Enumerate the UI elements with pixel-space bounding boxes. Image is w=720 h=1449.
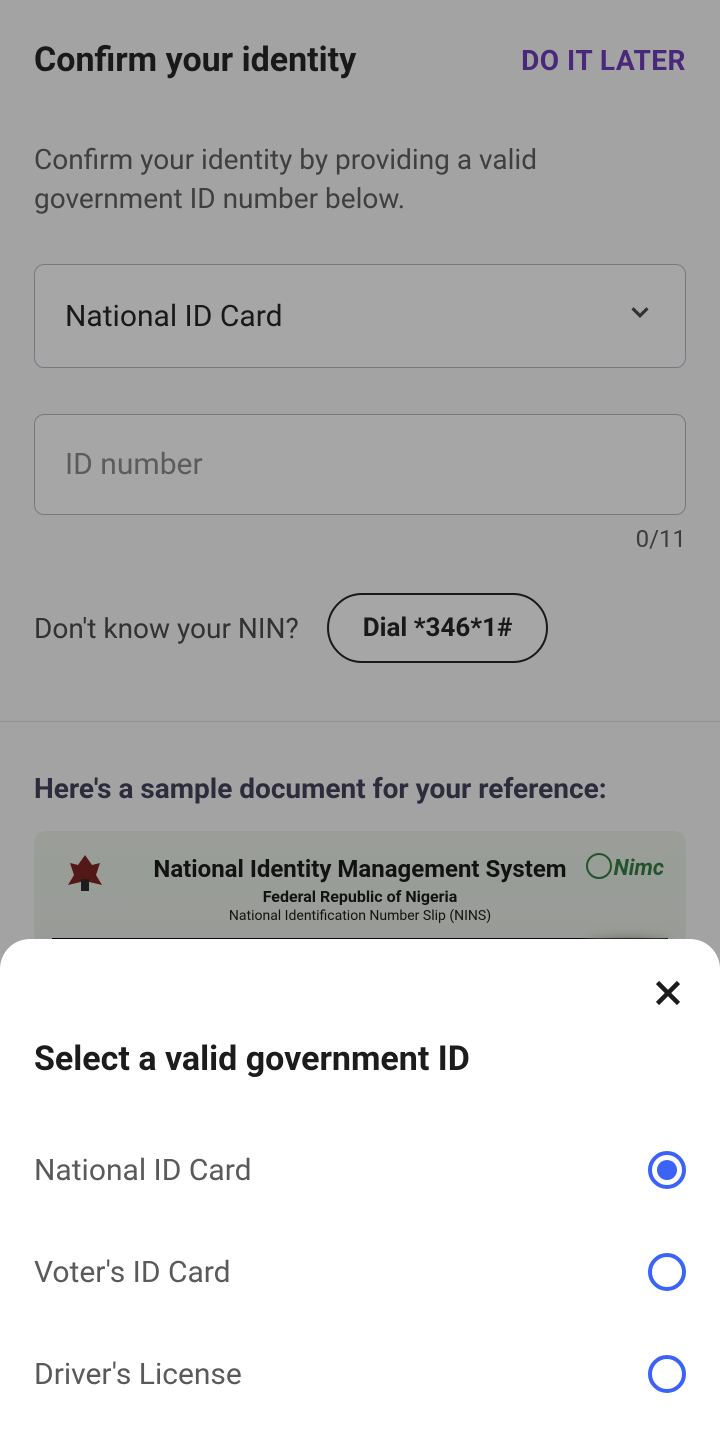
close-icon[interactable]	[650, 975, 686, 1015]
option-label: Driver's License	[34, 1357, 242, 1392]
radio-selected-icon	[648, 1151, 686, 1189]
sheet-title: Select a valid government ID	[34, 1039, 686, 1079]
id-options-list: National ID Card Voter's ID Card Driver'…	[34, 1119, 686, 1425]
option-label: National ID Card	[34, 1153, 252, 1188]
option-national-id[interactable]: National ID Card	[34, 1119, 686, 1221]
option-drivers-license[interactable]: Driver's License	[34, 1323, 686, 1425]
identity-page: Confirm your identity DO IT LATER Confir…	[0, 0, 720, 1449]
option-voters-id[interactable]: Voter's ID Card	[34, 1221, 686, 1323]
radio-unselected-icon	[648, 1253, 686, 1291]
radio-unselected-icon	[648, 1355, 686, 1393]
id-select-bottom-sheet: Select a valid government ID National ID…	[0, 939, 720, 1449]
option-label: Voter's ID Card	[34, 1255, 231, 1290]
